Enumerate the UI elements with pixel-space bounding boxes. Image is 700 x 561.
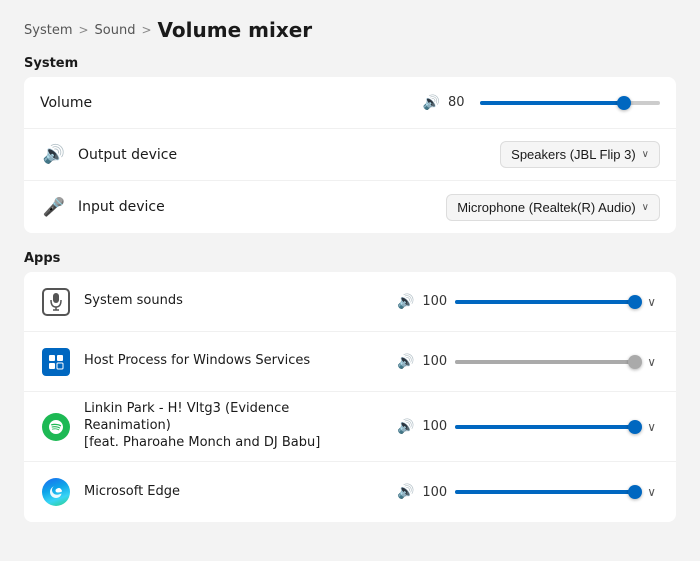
edge-slider[interactable] xyxy=(455,490,635,494)
system-sounds-icon-wrap xyxy=(40,286,72,318)
output-device-value: Speakers (JBL Flip 3) xyxy=(511,147,636,162)
host-process-fill xyxy=(455,360,635,364)
host-process-controls: 🔊 100 ∨ xyxy=(397,351,660,373)
edge-controls: 🔊 100 ∨ xyxy=(397,481,660,503)
system-card: Volume 🔊 80 🔊 Output device Speakers (JB… xyxy=(24,77,676,233)
edge-svg xyxy=(48,484,64,500)
system-sounds-fill xyxy=(455,300,635,304)
apps-card: System sounds 🔊 100 ∨ H xyxy=(24,272,676,522)
volume-fill xyxy=(480,101,624,105)
spotify-slider[interactable] xyxy=(455,425,635,429)
app-row-system-sounds: System sounds 🔊 100 ∨ xyxy=(24,272,676,332)
host-process-icon-wrap xyxy=(40,346,72,378)
system-sounds-icon xyxy=(42,288,70,316)
volume-label: Volume xyxy=(40,95,140,111)
app-row-spotify: Linkin Park - H! Vltg3 (Evidence Reanima… xyxy=(24,392,676,462)
spotify-volume: 100 xyxy=(422,419,447,434)
spotify-icon-wrap xyxy=(40,411,72,443)
breadcrumb-sep2: > xyxy=(141,23,151,37)
spotify-icon xyxy=(42,413,70,441)
spotify-fill xyxy=(455,425,635,429)
volume-row: Volume 🔊 80 xyxy=(24,77,676,129)
host-process-thumb[interactable] xyxy=(628,355,642,369)
output-device-icon-wrap: 🔊 xyxy=(40,141,68,169)
system-sounds-chevron-icon: ∨ xyxy=(647,295,656,309)
system-sounds-controls: 🔊 100 ∨ xyxy=(397,291,660,313)
edge-volume: 100 xyxy=(422,485,447,500)
host-process-chevron-icon: ∨ xyxy=(647,355,656,369)
host-process-svg xyxy=(48,354,64,370)
output-speaker-icon: 🔊 xyxy=(43,144,65,165)
output-device-label: Output device xyxy=(78,147,178,163)
system-sounds-expand[interactable]: ∨ xyxy=(643,291,660,313)
spotify-expand[interactable]: ∨ xyxy=(643,416,660,438)
spotify-thumb[interactable] xyxy=(628,420,642,434)
app-row-host-process: Host Process for Windows Services 🔊 100 … xyxy=(24,332,676,392)
output-device-row: 🔊 Output device Speakers (JBL Flip 3) ∨ xyxy=(24,129,676,181)
track-line1: Linkin Park - H! Vltg3 (Evidence Reanima… xyxy=(84,401,344,435)
output-device-dropdown[interactable]: Speakers (JBL Flip 3) ∨ xyxy=(500,141,660,168)
edge-name: Microsoft Edge xyxy=(84,484,180,501)
volume-speaker-icon: 🔊 xyxy=(423,95,440,111)
edge-expand[interactable]: ∨ xyxy=(643,481,660,503)
output-chevron-icon: ∨ xyxy=(642,149,649,160)
spotify-controls: 🔊 100 ∨ xyxy=(397,416,660,438)
apps-section-label: Apps xyxy=(24,251,676,266)
breadcrumb-sep1: > xyxy=(78,23,88,37)
spotify-svg xyxy=(48,419,64,435)
system-sounds-speaker-icon: 🔊 xyxy=(397,294,414,310)
system-sounds-slider[interactable] xyxy=(455,300,635,304)
input-chevron-icon: ∨ xyxy=(642,202,649,213)
spotify-track-name: Linkin Park - H! Vltg3 (Evidence Reanima… xyxy=(84,401,344,452)
host-process-slider[interactable] xyxy=(455,360,635,364)
spotify-speaker-icon: 🔊 xyxy=(397,419,414,435)
spotify-chevron-icon: ∨ xyxy=(647,420,656,434)
host-process-icon xyxy=(42,348,70,376)
volume-control: 🔊 80 xyxy=(423,95,660,111)
breadcrumb: System > Sound > Volume mixer xyxy=(24,18,676,42)
input-device-row: 🎤 Input device Microphone (Realtek(R) Au… xyxy=(24,181,676,233)
input-mic-icon: 🎤 xyxy=(43,197,65,218)
input-device-value: Microphone (Realtek(R) Audio) xyxy=(457,200,635,215)
track-line2: [feat. Pharoahe Monch and DJ Babu] xyxy=(84,435,344,452)
input-device-dropdown[interactable]: Microphone (Realtek(R) Audio) ∨ xyxy=(446,194,660,221)
page-title: Volume mixer xyxy=(158,18,313,42)
breadcrumb-system[interactable]: System xyxy=(24,23,72,38)
host-process-name: Host Process for Windows Services xyxy=(84,353,310,370)
system-sounds-volume: 100 xyxy=(422,294,447,309)
input-device-label: Input device xyxy=(78,199,178,215)
edge-speaker-icon: 🔊 xyxy=(397,484,414,500)
host-process-speaker-icon: 🔊 xyxy=(397,354,414,370)
system-section-label: System xyxy=(24,56,676,71)
input-device-icon-wrap: 🎤 xyxy=(40,193,68,221)
volume-value: 80 xyxy=(448,95,472,110)
app-row-edge: Microsoft Edge 🔊 100 ∨ xyxy=(24,462,676,522)
edge-chevron-icon: ∨ xyxy=(647,485,656,499)
host-process-volume: 100 xyxy=(422,354,447,369)
system-sounds-thumb[interactable] xyxy=(628,295,642,309)
speaker-svg-icon xyxy=(49,293,63,311)
edge-icon xyxy=(42,478,70,506)
volume-thumb[interactable] xyxy=(617,96,631,110)
volume-slider[interactable] xyxy=(480,101,660,105)
breadcrumb-sound[interactable]: Sound xyxy=(95,23,136,38)
edge-fill xyxy=(455,490,635,494)
system-sounds-name: System sounds xyxy=(84,293,183,310)
host-process-expand[interactable]: ∨ xyxy=(643,351,660,373)
edge-thumb[interactable] xyxy=(628,485,642,499)
edge-icon-wrap xyxy=(40,476,72,508)
